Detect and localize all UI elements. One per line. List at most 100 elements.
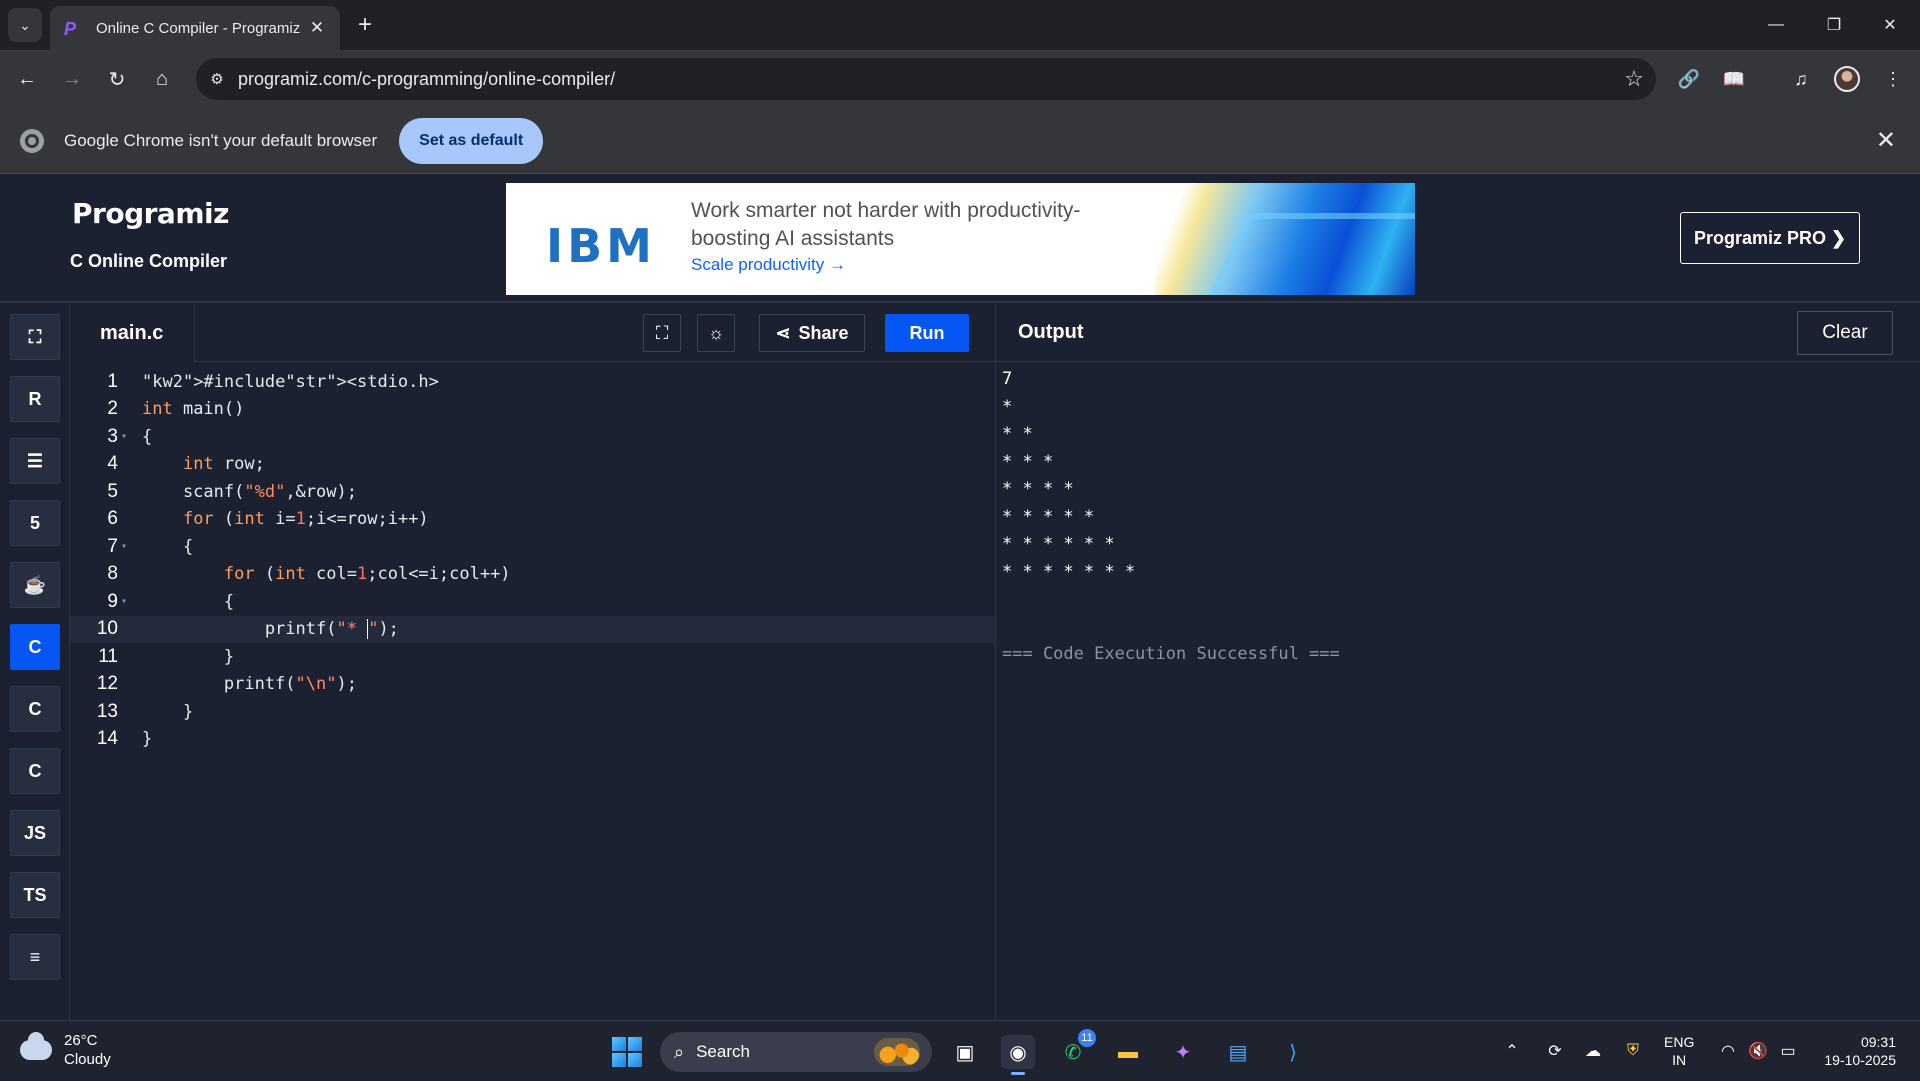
programiz-logo[interactable]: Programiz — [72, 197, 229, 230]
browser-tab-active[interactable]: P Online C Compiler - Programiz ✕ — [50, 6, 340, 50]
language-button-cpp[interactable]: C — [10, 686, 60, 732]
notepad-icon[interactable]: ▤ — [1221, 1035, 1255, 1069]
fullscreen-button[interactable]: ⛶ — [643, 314, 681, 352]
output-line: * * * * — [1002, 479, 1074, 499]
language-button-javascript[interactable]: JS — [10, 810, 60, 856]
code-text: for (int col=1;col<=i;col++) — [223, 564, 511, 584]
set-default-button[interactable]: Set as default — [399, 117, 544, 164]
language-button-csharp[interactable]: C — [10, 748, 60, 794]
code-line[interactable]: 1 "kw2">#include"str"><stdio.h> — [70, 368, 995, 395]
code-line[interactable]: 10 printf("* "); — [70, 615, 995, 643]
share-button[interactable]: ⋖ Share — [759, 314, 865, 352]
ad-headline: Work smarter not harder with productivit… — [691, 199, 1081, 250]
code-line[interactable]: 6 for (int i=1;i<=row;i++) — [70, 506, 995, 533]
code-line[interactable]: 13 } — [70, 698, 995, 725]
vscode-icon[interactable]: ⟩ — [1276, 1035, 1310, 1069]
profile-button[interactable] — [1830, 62, 1864, 96]
line-number: 3 — [107, 425, 118, 447]
language-button-c[interactable]: C — [10, 624, 60, 670]
language-button-html[interactable]: 5 — [10, 500, 60, 546]
url-text[interactable]: programiz.com/c-programming/online-compi… — [238, 69, 1612, 90]
fold-arrow-icon[interactable]: ▾ — [121, 596, 133, 607]
input-language-indicator[interactable]: ENG IN — [1664, 1033, 1694, 1069]
minimize-button[interactable]: — — [1748, 0, 1804, 50]
run-button[interactable]: Run — [885, 314, 969, 352]
programiz-favicon-icon: P — [64, 19, 77, 39]
file-explorer-icon[interactable]: ▬ — [1111, 1035, 1145, 1069]
output-console[interactable]: 7 * * * * * * * * * * * * * * * * * * * * * * *… — [1002, 366, 1340, 669]
code-line[interactable]: 4 int row; — [70, 451, 995, 478]
new-tab-button[interactable]: + — [350, 10, 380, 40]
code-line[interactable]: 12 printf("\n"); — [70, 671, 995, 698]
code-line[interactable]: 7 ▾ { — [70, 533, 995, 560]
line-number: 14 — [96, 728, 118, 749]
language-button-java[interactable]: ☕ — [10, 562, 60, 608]
media-control-icon[interactable]: ♫ — [1784, 62, 1818, 96]
restore-button[interactable]: ❐ — [1806, 0, 1862, 50]
language-button-python[interactable]: ⛶ — [10, 314, 60, 360]
link-icon[interactable]: 🔗 — [1672, 62, 1706, 96]
tab-search-button[interactable]: ⌄ — [8, 8, 42, 42]
ad-cta-link[interactable]: Scale productivity → — [691, 255, 846, 275]
infobar-close-icon[interactable]: ✕ — [1876, 126, 1896, 155]
menu-kebab-icon[interactable]: ⋮ — [1876, 62, 1910, 96]
show-hidden-icons-chevron[interactable]: ⌃ — [1500, 1021, 1524, 1081]
site-header: Programiz C Online Compiler IBM Work sma… — [0, 175, 1920, 303]
battery-icon[interactable]: ▭ — [1774, 1021, 1802, 1081]
code-line[interactable]: 9 ▾ { — [70, 588, 995, 615]
code-line[interactable]: 3 ▾ { — [70, 423, 995, 450]
site-settings-icon[interactable]: ⚙ — [196, 70, 238, 88]
language-button-r[interactable]: R — [10, 376, 60, 422]
back-button[interactable]: ← — [10, 62, 44, 96]
reload-button[interactable]: ↻ — [100, 62, 134, 96]
language-button-sql[interactable]: ☰ — [10, 438, 60, 484]
address-bar[interactable]: ⚙ programiz.com/c-programming/online-com… — [196, 58, 1656, 100]
whatsapp-app-icon[interactable]: ✆ 11 — [1056, 1029, 1096, 1069]
fold-arrow-icon[interactable]: ▾ — [121, 431, 133, 442]
code-text: } — [142, 701, 194, 722]
weather-widget[interactable]: 26°C Cloudy — [20, 1031, 111, 1069]
bookmark-star-icon[interactable]: ☆ — [1612, 66, 1656, 92]
clear-button[interactable]: Clear — [1797, 311, 1893, 355]
line-number: 4 — [107, 453, 118, 474]
programiz-pro-button[interactable]: Programiz PRO ❯ — [1680, 212, 1860, 264]
fold-arrow-icon[interactable]: ▾ — [121, 541, 133, 552]
output-header: Output Clear — [996, 304, 1920, 362]
home-button[interactable]: ⌂ — [145, 62, 179, 96]
start-button[interactable] — [612, 1037, 642, 1067]
language-button-typescript[interactable]: TS — [10, 872, 60, 918]
code-line[interactable]: 14} — [70, 726, 995, 753]
chrome-app-icon[interactable]: ◉ — [1001, 1035, 1035, 1075]
onedrive-icon[interactable]: ☁ — [1578, 1021, 1608, 1081]
html-icon: 5 — [29, 512, 40, 533]
code-line[interactable]: 2 int main() — [70, 396, 995, 423]
advertisement-banner[interactable]: IBM Work smarter not harder with product… — [506, 183, 1415, 295]
browser-titlebar: ⌄ P Online C Compiler - Programiz ✕ + — … — [0, 0, 1920, 50]
code-area[interactable]: 1 "kw2">#include"str"><stdio.h> 2 int main(… — [70, 362, 995, 1020]
system-clock[interactable]: 09:31 19-10-2025 — [1824, 1033, 1896, 1069]
speaker-muted-icon[interactable]: 🔇 — [1744, 1021, 1772, 1081]
output-line: 7 — [1002, 369, 1013, 389]
wifi-icon[interactable]: ◠ — [1714, 1021, 1742, 1081]
language-button-go[interactable]: ≡ — [10, 934, 60, 980]
code-line[interactable]: 5 scanf("%d",&row); — [70, 478, 995, 505]
task-view-icon[interactable]: ▣ — [948, 1035, 982, 1069]
code-text: int main() — [142, 399, 245, 419]
tab-close-icon[interactable]: ✕ — [308, 18, 326, 38]
arrow-right-icon: → — [62, 67, 82, 90]
security-shield-icon[interactable]: ⛨ — [1618, 1021, 1648, 1081]
line-number: 8 — [107, 563, 118, 584]
code-text: { — [142, 591, 235, 612]
code-line[interactable]: 8 for (int col=1;col<=i;col++) — [70, 561, 995, 588]
close-window-button[interactable]: ✕ — [1862, 0, 1918, 50]
file-tab-main-c[interactable]: main.c — [70, 304, 195, 362]
taskbar-search[interactable]: ⌕ Search — [660, 1032, 932, 1072]
copilot-icon[interactable]: ✦ — [1166, 1035, 1200, 1069]
reading-mode-icon[interactable]: 📖 — [1717, 62, 1751, 96]
forward-button[interactable]: → — [55, 62, 89, 96]
code-line[interactable]: 11 } — [70, 643, 995, 670]
ibm-logo: IBM — [546, 219, 656, 273]
theme-toggle-button[interactable]: ☼ — [697, 314, 735, 352]
output-line: * * * * * * — [1002, 534, 1115, 554]
sync-icon[interactable]: ⟳ — [1540, 1021, 1570, 1081]
